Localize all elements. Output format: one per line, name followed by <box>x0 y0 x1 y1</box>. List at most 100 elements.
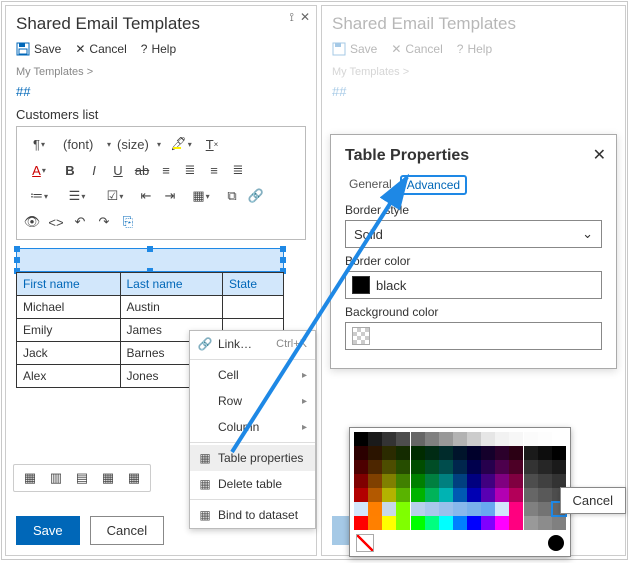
color-swatch[interactable] <box>439 432 453 446</box>
border-color-input[interactable]: black <box>345 271 602 299</box>
color-swatch[interactable] <box>425 502 439 516</box>
color-swatch[interactable] <box>354 460 368 474</box>
color-swatch[interactable] <box>396 502 410 516</box>
tab-general[interactable]: General <box>345 175 396 195</box>
color-swatch[interactable] <box>453 502 467 516</box>
table-cell[interactable]: Emily <box>17 319 121 342</box>
color-swatch[interactable] <box>396 516 410 530</box>
color-swatch[interactable] <box>538 432 552 446</box>
remove-link[interactable]: ⧉ <box>221 185 243 207</box>
ctx-cell[interactable]: Cell▸ <box>190 362 315 388</box>
color-swatch[interactable] <box>439 502 453 516</box>
table-cell[interactable]: Jack <box>17 342 121 365</box>
table-cell[interactable]: Alex <box>17 365 121 388</box>
help-button[interactable]: ? Help <box>141 42 176 56</box>
color-swatch[interactable] <box>509 460 523 474</box>
font-dropdown[interactable]: (font)▾ <box>59 133 111 155</box>
color-swatch[interactable] <box>524 488 538 502</box>
ctx-bind-dataset[interactable]: ▦Bind to dataset <box>190 502 315 528</box>
color-swatch[interactable] <box>481 516 495 530</box>
color-swatch[interactable] <box>411 446 425 460</box>
color-swatch[interactable] <box>439 460 453 474</box>
picker-cancel-button[interactable]: Cancel <box>560 487 626 514</box>
ordered-list[interactable]: ≔▾ <box>21 185 57 207</box>
document-title[interactable]: Customers list <box>16 107 306 122</box>
color-swatch[interactable] <box>481 474 495 488</box>
background-color-input[interactable] <box>345 322 602 350</box>
color-swatch[interactable] <box>411 474 425 488</box>
color-swatch[interactable] <box>368 488 382 502</box>
color-swatch[interactable] <box>495 460 509 474</box>
format-dropdown[interactable]: ¶▾ <box>21 133 57 155</box>
color-swatch[interactable] <box>439 446 453 460</box>
color-swatch[interactable] <box>538 474 552 488</box>
color-swatch[interactable] <box>524 446 538 460</box>
save-button-r[interactable]: Save <box>332 42 377 56</box>
close-icon[interactable]: ✕ <box>300 10 310 25</box>
color-swatch[interactable] <box>481 446 495 460</box>
ctx-column[interactable]: Column▸ <box>190 414 315 440</box>
custom-color-icon[interactable] <box>548 535 564 551</box>
underline-button[interactable]: U <box>107 159 129 181</box>
checklist[interactable]: ☑▾ <box>97 185 133 207</box>
cancel-button-r[interactable]: ✕Cancel <box>391 42 442 56</box>
color-swatch[interactable] <box>382 474 396 488</box>
color-swatch[interactable] <box>382 460 396 474</box>
color-swatch[interactable] <box>552 474 566 488</box>
color-swatch[interactable] <box>411 460 425 474</box>
font-color[interactable]: A▾ <box>21 159 57 181</box>
tab-advanced[interactable]: Advanced <box>400 175 467 195</box>
color-swatch[interactable] <box>382 488 396 502</box>
color-swatch[interactable] <box>396 488 410 502</box>
color-swatch[interactable] <box>368 474 382 488</box>
color-swatch[interactable] <box>439 474 453 488</box>
color-swatch[interactable] <box>425 474 439 488</box>
strike-button[interactable]: ab <box>131 159 153 181</box>
pin-icon[interactable]: ⟟ <box>289 10 293 25</box>
size-dropdown[interactable]: (size)▾ <box>113 133 161 155</box>
color-swatch[interactable] <box>368 432 382 446</box>
color-swatch[interactable] <box>538 488 552 502</box>
align-justify[interactable]: ≣ <box>227 159 249 181</box>
toggle-invisible[interactable]: 👁 <box>21 211 43 233</box>
color-swatch[interactable] <box>495 446 509 460</box>
color-swatch[interactable] <box>552 516 566 530</box>
color-swatch[interactable] <box>509 474 523 488</box>
color-swatch[interactable] <box>453 432 467 446</box>
table-tool-3-icon[interactable]: ▤ <box>72 469 92 487</box>
align-center[interactable]: ≣ <box>179 159 201 181</box>
color-swatch[interactable] <box>495 502 509 516</box>
ctx-row[interactable]: Row▸ <box>190 388 315 414</box>
color-swatch[interactable] <box>467 460 481 474</box>
color-swatch[interactable] <box>495 516 509 530</box>
color-swatch[interactable] <box>368 460 382 474</box>
code-view[interactable]: <> <box>45 211 67 233</box>
color-swatch[interactable] <box>509 488 523 502</box>
color-swatch[interactable] <box>524 516 538 530</box>
color-swatch[interactable] <box>411 488 425 502</box>
color-swatch[interactable] <box>481 432 495 446</box>
breadcrumb[interactable]: My Templates > <box>6 62 316 82</box>
insert-table[interactable]: ▦▾ <box>183 185 219 207</box>
color-swatch[interactable] <box>467 474 481 488</box>
color-swatch[interactable] <box>509 432 523 446</box>
color-swatch[interactable] <box>509 502 523 516</box>
table-tool-4-icon[interactable]: ▦ <box>98 469 118 487</box>
color-swatch[interactable] <box>411 432 425 446</box>
color-swatch[interactable] <box>354 488 368 502</box>
color-swatch[interactable] <box>453 488 467 502</box>
table-selection[interactable] <box>16 248 284 272</box>
color-swatch[interactable] <box>538 502 552 516</box>
insert-link[interactable]: 🔗 <box>245 185 267 207</box>
color-swatch[interactable] <box>524 432 538 446</box>
insert-macro[interactable]: ⎘ <box>117 211 139 233</box>
color-swatch[interactable] <box>481 502 495 516</box>
align-right[interactable]: ≡ <box>203 159 225 181</box>
color-swatch[interactable] <box>509 516 523 530</box>
breadcrumb-r[interactable]: My Templates > <box>322 62 625 82</box>
color-swatch[interactable] <box>411 502 425 516</box>
color-swatch[interactable] <box>368 446 382 460</box>
undo-button[interactable]: ↶ <box>69 211 91 233</box>
table-tool-5-icon[interactable]: ▦ <box>124 469 144 487</box>
table-row[interactable]: MichaelAustin <box>17 296 284 319</box>
